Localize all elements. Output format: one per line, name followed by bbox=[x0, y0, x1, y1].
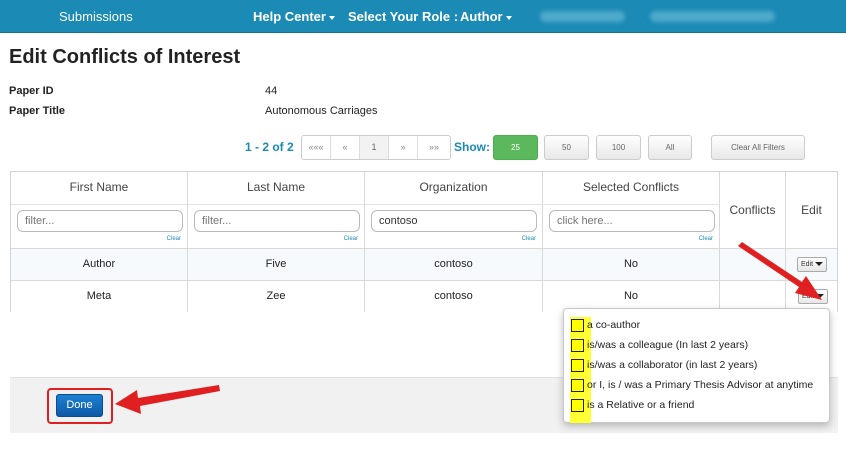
conflict-option-relative-friend[interactable]: is a Relative or a friend bbox=[570, 397, 830, 415]
selected-conflicts-filter-input[interactable] bbox=[549, 210, 715, 232]
option-label: is/was a colleague (In last 2 years) bbox=[587, 339, 749, 351]
nav-role-label: Select Your Role : bbox=[348, 9, 459, 24]
checkbox[interactable] bbox=[571, 399, 584, 412]
cell-selected-conflicts: No bbox=[543, 249, 720, 280]
cell-last-name: Five bbox=[188, 249, 365, 280]
cell-organization: contoso bbox=[365, 281, 543, 312]
page-size-25-button[interactable]: 25 bbox=[493, 135, 538, 160]
option-label: a co-author bbox=[587, 319, 641, 331]
page-size-100-button[interactable]: 100 bbox=[596, 135, 641, 160]
paper-id-label: Paper ID bbox=[9, 85, 54, 97]
clear-all-filters-button[interactable]: Clear All Filters bbox=[711, 135, 805, 160]
top-nav-bar: Submissions Help Center Select Your Role… bbox=[0, 0, 846, 33]
column-header-edit: Edit bbox=[801, 203, 822, 217]
edit-button-label: Edit bbox=[801, 261, 814, 268]
table-row: Author Five contoso No Edit bbox=[11, 248, 837, 280]
option-label: is a Relative or a friend bbox=[587, 399, 695, 411]
nav-help-center-label: Help Center bbox=[253, 9, 326, 24]
selected-conflicts-clear-link[interactable]: Clear bbox=[699, 236, 713, 242]
conflict-option-co-author[interactable]: a co-author bbox=[570, 317, 830, 335]
cell-last-name: Zee bbox=[188, 281, 365, 312]
column-header-first-name[interactable]: First Name bbox=[11, 172, 188, 204]
conflict-option-colleague[interactable]: is/was a colleague (In last 2 years) bbox=[570, 337, 830, 355]
pager-last-button[interactable]: »» bbox=[418, 136, 450, 159]
nav-role-selector[interactable]: Author bbox=[460, 0, 512, 33]
nav-role-value: Author bbox=[460, 9, 503, 24]
organization-filter-input[interactable] bbox=[371, 210, 537, 232]
conflict-option-collaborator[interactable]: is/was a collaborator (in last 2 years) bbox=[570, 357, 830, 375]
pager: ««« « 1 » »» bbox=[301, 135, 451, 160]
column-header-organization[interactable]: Organization bbox=[365, 172, 543, 204]
paper-id-value: 44 bbox=[265, 85, 278, 97]
last-name-filter-input[interactable] bbox=[194, 210, 360, 232]
checkbox[interactable] bbox=[571, 319, 584, 332]
nav-submissions[interactable]: Submissions bbox=[59, 0, 133, 33]
show-label: Show: bbox=[454, 140, 490, 154]
filter-cell-last-name: Clear bbox=[188, 204, 365, 248]
cell-first-name: Meta bbox=[11, 281, 188, 312]
edit-dropdown-button[interactable]: Edit bbox=[798, 289, 829, 304]
redacted-user-email bbox=[650, 11, 775, 22]
nav-help-center[interactable]: Help Center bbox=[253, 0, 335, 33]
checkbox[interactable] bbox=[571, 359, 584, 372]
chevron-down-icon bbox=[505, 15, 512, 20]
conflicts-table: First Name Last Name Organization Select… bbox=[10, 171, 838, 312]
page-size-all-button[interactable]: All bbox=[648, 135, 692, 160]
page-size-50-button[interactable]: 50 bbox=[544, 135, 589, 160]
option-label: or I, is / was a Primary Thesis Advisor … bbox=[587, 379, 814, 391]
edit-dropdown-button[interactable]: Edit bbox=[797, 257, 828, 272]
organization-clear-link[interactable]: Clear bbox=[522, 236, 536, 242]
checkbox[interactable] bbox=[571, 339, 584, 352]
pager-first-button[interactable]: ««« bbox=[302, 136, 331, 159]
edit-button-label: Edit bbox=[802, 293, 815, 300]
paper-title-value: Autonomous Carriages bbox=[265, 105, 378, 117]
done-button[interactable]: Done bbox=[56, 394, 103, 417]
pager-next-button[interactable]: » bbox=[389, 136, 418, 159]
cell-conflicts bbox=[720, 249, 786, 280]
caret-down-icon bbox=[816, 294, 825, 299]
chevron-down-icon bbox=[328, 15, 335, 20]
result-range: 1 - 2 of 2 bbox=[245, 140, 294, 154]
filter-cell-first-name: Clear bbox=[11, 204, 188, 248]
column-header-conflicts: Conflicts bbox=[720, 172, 786, 248]
first-name-clear-link[interactable]: Clear bbox=[167, 236, 181, 242]
cell-first-name: Author bbox=[11, 249, 188, 280]
filter-cell-organization: Clear bbox=[365, 204, 543, 248]
page-title: Edit Conflicts of Interest bbox=[9, 46, 241, 68]
paper-title-label: Paper Title bbox=[9, 105, 66, 117]
caret-down-icon bbox=[815, 262, 824, 267]
first-name-filter-input[interactable] bbox=[17, 210, 183, 232]
column-header-last-name[interactable]: Last Name bbox=[188, 172, 365, 204]
pager-prev-button[interactable]: « bbox=[331, 136, 360, 159]
pager-current-page[interactable]: 1 bbox=[360, 136, 389, 159]
option-label: is/was a collaborator (in last 2 years) bbox=[587, 359, 758, 371]
conflict-options-dropdown: a co-author is/was a colleague (In last … bbox=[563, 308, 830, 423]
filter-cell-selected-conflicts: Clear bbox=[543, 204, 720, 248]
column-header-selected-conflicts[interactable]: Selected Conflicts bbox=[543, 172, 720, 204]
checkbox[interactable] bbox=[571, 379, 584, 392]
redacted-user-name bbox=[540, 11, 625, 22]
conflict-option-thesis-advisor[interactable]: or I, is / was a Primary Thesis Advisor … bbox=[570, 377, 830, 395]
cell-organization: contoso bbox=[365, 249, 543, 280]
last-name-clear-link[interactable]: Clear bbox=[344, 236, 358, 242]
